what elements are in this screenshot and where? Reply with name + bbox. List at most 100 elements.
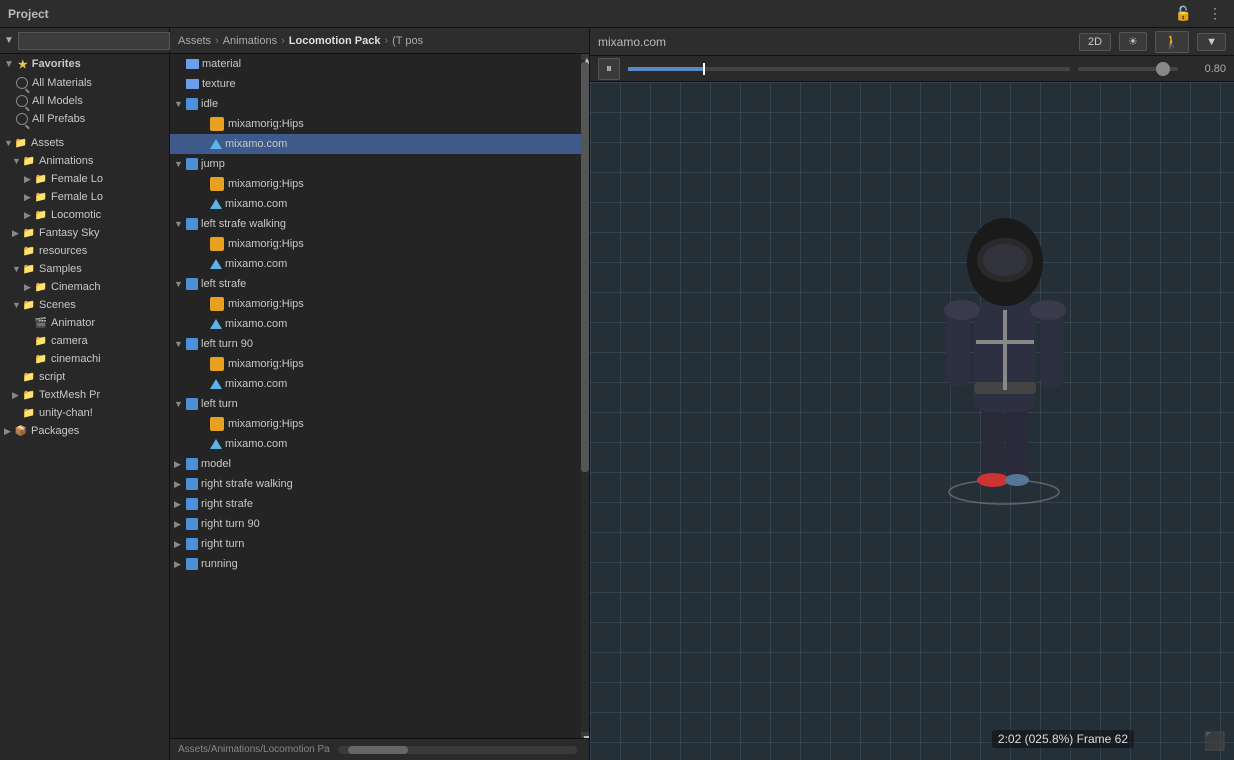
play-button[interactable]: ⏸ — [598, 58, 620, 80]
breadcrumb-sep-1: › — [215, 35, 219, 47]
timeline-track[interactable] — [628, 67, 1070, 71]
file-item-ls-anim[interactable]: mixamo.com — [170, 314, 581, 334]
sidebar-item-resources[interactable]: ▶ 📁 resources — [0, 242, 169, 260]
file-item-jump-anim[interactable]: mixamo.com — [170, 194, 581, 214]
file-item-ls-hips[interactable]: mixamorig:Hips — [170, 294, 581, 314]
file-item-jump[interactable]: ▼ jump — [170, 154, 581, 174]
rt90-arrow[interactable]: ▶ — [174, 519, 186, 530]
file-item-texture[interactable]: texture — [170, 74, 581, 94]
file-item-running[interactable]: ▶ running — [170, 554, 581, 574]
scroll-up-arrow[interactable]: ▲ — [581, 54, 589, 60]
sidebar-item-packages[interactable]: ▶ 📦 Packages — [0, 422, 169, 440]
sidebar-item-camera[interactable]: ▶ 📁 camera — [0, 332, 169, 350]
file-item-model[interactable]: ▶ model — [170, 454, 581, 474]
idle-anim-label: mixamo.com — [225, 138, 287, 150]
mid-panel-scrollbar[interactable]: ▲ ▼ — [581, 54, 589, 738]
file-item-left-strafe[interactable]: ▼ left strafe — [170, 274, 581, 294]
assets-icon: 📁 — [14, 136, 28, 150]
sidebar-item-assets[interactable]: ▼ 📁 Assets — [0, 134, 169, 152]
breadcrumb-animations[interactable]: Animations — [223, 35, 277, 47]
ls-arrow[interactable]: ▼ — [174, 279, 186, 289]
sidebar-item-scenes[interactable]: ▼ 📁 Scenes — [0, 296, 169, 314]
sidebar-item-fantasy-sky[interactable]: ▶ 📁 Fantasy Sky — [0, 224, 169, 242]
breadcrumb-assets[interactable]: Assets — [178, 35, 211, 47]
rt-arrow[interactable]: ▶ — [174, 539, 186, 550]
texture-label: texture — [202, 78, 236, 90]
horizontal-scrollbar[interactable] — [338, 746, 577, 754]
fs-arrow: ▶ — [12, 228, 22, 239]
mid-panel: Assets › Animations › Locomotion Pack › … — [170, 28, 590, 760]
cam-label: camera — [51, 335, 88, 347]
sidebar-item-female-lo-1[interactable]: ▶ 📁 Female Lo — [0, 170, 169, 188]
timeline-speed-thumb — [1156, 62, 1170, 76]
ls-label: left strafe — [201, 278, 246, 290]
lock-icon[interactable]: 🔓 — [1171, 3, 1196, 24]
timeline-playhead — [703, 63, 705, 75]
lt-arrow[interactable]: ▼ — [174, 399, 186, 409]
sidebar-item-animations[interactable]: ▼ 📁 Animations — [0, 152, 169, 170]
idle-arrow[interactable]: ▼ — [174, 99, 186, 109]
sidebar-item-cinemach[interactable]: ▶ 📁 Cinemach — [0, 278, 169, 296]
run-arrow[interactable]: ▶ — [174, 559, 186, 570]
file-item-left-turn-90[interactable]: ▼ left turn 90 — [170, 334, 581, 354]
timeline-progress — [628, 67, 703, 71]
file-item-left-turn[interactable]: ▼ left turn — [170, 394, 581, 414]
lighting-button[interactable]: ☀ — [1119, 32, 1147, 51]
dropdown-button[interactable]: ▼ — [1197, 33, 1226, 51]
sidebar-item-textmesh[interactable]: ▶ 📁 TextMesh Pr — [0, 386, 169, 404]
sidebar-item-script[interactable]: ▶ 📁 script — [0, 368, 169, 386]
model-arrow[interactable]: ▶ — [174, 459, 186, 470]
file-item-right-turn[interactable]: ▶ right turn — [170, 534, 581, 554]
lsw-hips-icon — [210, 237, 224, 251]
file-item-right-turn-90[interactable]: ▶ right turn 90 — [170, 514, 581, 534]
sidebar-item-all-models[interactable]: All Models — [0, 92, 169, 110]
rt90-label: right turn 90 — [201, 518, 260, 530]
file-item-lt-hips[interactable]: mixamorig:Hips — [170, 414, 581, 434]
sidebar-item-all-prefabs[interactable]: All Prefabs — [0, 110, 169, 128]
material-folder-icon — [186, 59, 199, 69]
rs-arrow[interactable]: ▶ — [174, 499, 186, 510]
file-item-lt-anim[interactable]: mixamo.com — [170, 434, 581, 454]
sidebar-item-female-lo-2[interactable]: ▶ 📁 Female Lo — [0, 188, 169, 206]
file-item-idle-anim[interactable]: mixamo.com — [170, 134, 581, 154]
menu-icon[interactable]: ⋮ — [1204, 3, 1226, 24]
search-input[interactable] — [18, 32, 170, 50]
2d-mode-button[interactable]: 2D — [1079, 33, 1111, 51]
file-item-lsw-anim[interactable]: mixamo.com — [170, 254, 581, 274]
sidebar-item-samples[interactable]: ▼ 📁 Samples — [0, 260, 169, 278]
scroll-thumb[interactable] — [581, 62, 589, 472]
sidebar-item-all-materials[interactable]: All Materials — [0, 74, 169, 92]
timeline-speed-slider[interactable] — [1078, 67, 1178, 71]
lt90-arrow[interactable]: ▼ — [174, 339, 186, 349]
rsw-arrow[interactable]: ▶ — [174, 479, 186, 490]
assets-arrow: ▼ — [4, 138, 14, 148]
file-item-lt90-anim[interactable]: mixamo.com — [170, 374, 581, 394]
sidebar-item-cinemachi[interactable]: ▶ 📁 cinemachi — [0, 350, 169, 368]
character-button[interactable]: 🚶 — [1155, 31, 1189, 53]
breadcrumb-tpos[interactable]: (T pos — [392, 35, 423, 47]
lsw-arrow[interactable]: ▼ — [174, 219, 186, 229]
sidebar-item-locomotic[interactable]: ▶ 📁 Locomotic — [0, 206, 169, 224]
file-item-right-strafe[interactable]: ▶ right strafe — [170, 494, 581, 514]
sidebar-item-animator[interactable]: ▶ 🎬 Animator — [0, 314, 169, 332]
jump-cube-icon — [186, 158, 198, 170]
sidebar-item-unity-chan[interactable]: ▶ 📁 unity-chan! — [0, 404, 169, 422]
file-item-jump-hips[interactable]: mixamorig:Hips — [170, 174, 581, 194]
favorites-arrow[interactable]: ▼ — [4, 59, 14, 70]
breadcrumb-locomotion[interactable]: Locomotion Pack — [289, 35, 381, 47]
lt90-label: left turn 90 — [201, 338, 253, 350]
lt90-cube-icon — [186, 338, 198, 350]
loc-label: Locomotic — [51, 209, 101, 221]
scroll-down-arrow[interactable]: ▼ — [581, 732, 589, 738]
file-item-idle-hips[interactable]: mixamorig:Hips — [170, 114, 581, 134]
file-item-left-strafe-walking[interactable]: ▼ left strafe walking — [170, 214, 581, 234]
file-item-idle[interactable]: ▼ idle — [170, 94, 581, 114]
uc-label: unity-chan! — [39, 407, 93, 419]
file-item-material[interactable]: material — [170, 54, 581, 74]
lt90-hips-icon — [210, 357, 224, 371]
file-item-right-strafe-walking[interactable]: ▶ right strafe walking — [170, 474, 581, 494]
dropdown-arrow[interactable]: ▼ — [4, 35, 14, 46]
file-item-lt90-hips[interactable]: mixamorig:Hips — [170, 354, 581, 374]
jump-arrow[interactable]: ▼ — [174, 159, 186, 169]
file-item-lsw-hips[interactable]: mixamorig:Hips — [170, 234, 581, 254]
